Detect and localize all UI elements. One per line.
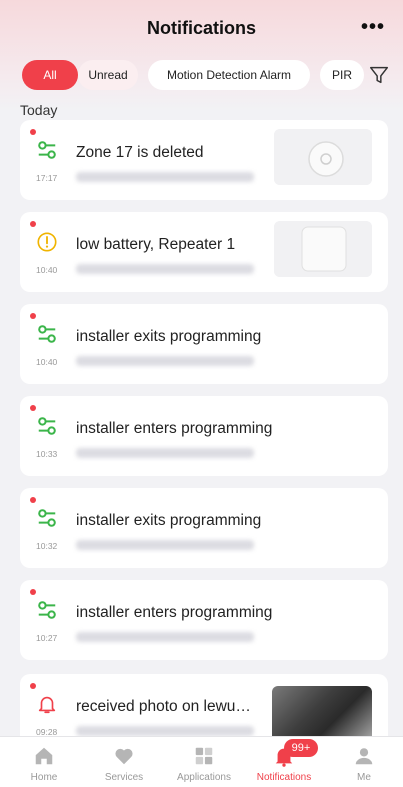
unread-dot bbox=[30, 683, 36, 689]
blurred-detail bbox=[76, 726, 254, 736]
tab-label: Me bbox=[357, 772, 371, 783]
section-title-today: Today bbox=[20, 102, 58, 118]
tab-me[interactable]: Me bbox=[324, 737, 403, 787]
blurred-detail bbox=[76, 264, 254, 274]
filter-chip-all[interactable]: All bbox=[22, 60, 78, 90]
unread-dot bbox=[30, 497, 36, 503]
blurred-detail bbox=[76, 356, 254, 366]
blurred-detail bbox=[76, 632, 254, 642]
home-icon bbox=[35, 747, 53, 765]
notification-time: 17:17 bbox=[36, 173, 58, 183]
heart-icon bbox=[115, 748, 133, 765]
page-title: Notifications bbox=[146, 17, 256, 38]
notification-message: received photo on lewu… bbox=[76, 698, 251, 715]
notification-message: installer exits programming bbox=[76, 512, 262, 529]
filter-bar: All Unread Motion Detection Alarm PIR bbox=[0, 60, 403, 92]
apps-icon bbox=[195, 747, 213, 765]
notification-message: installer enters programming bbox=[76, 420, 273, 437]
tab-label: Notifications bbox=[256, 772, 312, 783]
device-thumbnail bbox=[274, 221, 372, 277]
notification-count-badge: 99+ bbox=[284, 739, 318, 757]
unread-dot bbox=[30, 589, 36, 595]
notification-message: low battery, Repeater 1 bbox=[76, 236, 236, 253]
notification-card[interactable]: Zone 17 is deleted 17:17 bbox=[20, 120, 388, 200]
notification-time: 10:40 bbox=[36, 265, 58, 275]
notification-card[interactable]: installer exits programming 10:40 bbox=[20, 304, 388, 384]
notification-message: installer exits programming bbox=[76, 328, 262, 345]
zone-icon bbox=[38, 141, 56, 159]
header: Notifications ••• bbox=[0, 0, 403, 56]
notification-time: 10:27 bbox=[36, 633, 58, 643]
tab-applications[interactable]: Applications bbox=[164, 737, 244, 787]
device-thumbnail bbox=[274, 129, 372, 185]
filter-chip-pir[interactable]: PIR bbox=[320, 60, 364, 90]
tab-label: Services bbox=[104, 772, 144, 783]
notification-card[interactable]: installer exits programming 10:32 bbox=[20, 488, 388, 568]
tab-services[interactable]: Services bbox=[84, 737, 164, 787]
unread-dot bbox=[30, 405, 36, 411]
notification-card[interactable]: low battery, Repeater 1 10:40 bbox=[20, 212, 388, 292]
blurred-detail bbox=[76, 540, 254, 550]
bell-icon bbox=[38, 696, 56, 714]
filter-chip-unread[interactable]: Unread bbox=[78, 60, 138, 90]
bottom-tab-bar: Home Services Applications Notifications… bbox=[0, 736, 403, 787]
blurred-detail bbox=[76, 448, 254, 458]
notification-time: 10:33 bbox=[36, 449, 58, 459]
tab-label: Applications bbox=[177, 772, 231, 783]
notification-message: Zone 17 is deleted bbox=[76, 144, 204, 161]
unread-dot bbox=[30, 221, 36, 227]
warning-icon bbox=[37, 232, 57, 252]
filter-chip-motion-detection-alarm[interactable]: Motion Detection Alarm bbox=[148, 60, 310, 90]
person-icon bbox=[355, 748, 373, 765]
zone-icon bbox=[38, 325, 56, 343]
zone-icon bbox=[38, 417, 56, 435]
tab-label: Home bbox=[30, 772, 58, 783]
notification-time: 10:40 bbox=[36, 357, 58, 367]
notification-card[interactable]: installer enters programming 10:33 bbox=[20, 396, 388, 476]
zone-icon bbox=[38, 509, 56, 527]
tab-home[interactable]: Home bbox=[4, 737, 84, 787]
filter-icon[interactable] bbox=[368, 64, 390, 86]
unread-dot bbox=[30, 129, 36, 135]
zone-icon bbox=[38, 601, 56, 619]
unread-dot bbox=[30, 313, 36, 319]
notification-card[interactable]: installer enters programming 10:27 bbox=[20, 580, 388, 660]
blurred-detail bbox=[76, 172, 254, 182]
notification-message: installer enters programming bbox=[76, 604, 273, 621]
more-menu-icon[interactable]: ••• bbox=[361, 16, 385, 39]
notification-time: 10:32 bbox=[36, 541, 58, 551]
